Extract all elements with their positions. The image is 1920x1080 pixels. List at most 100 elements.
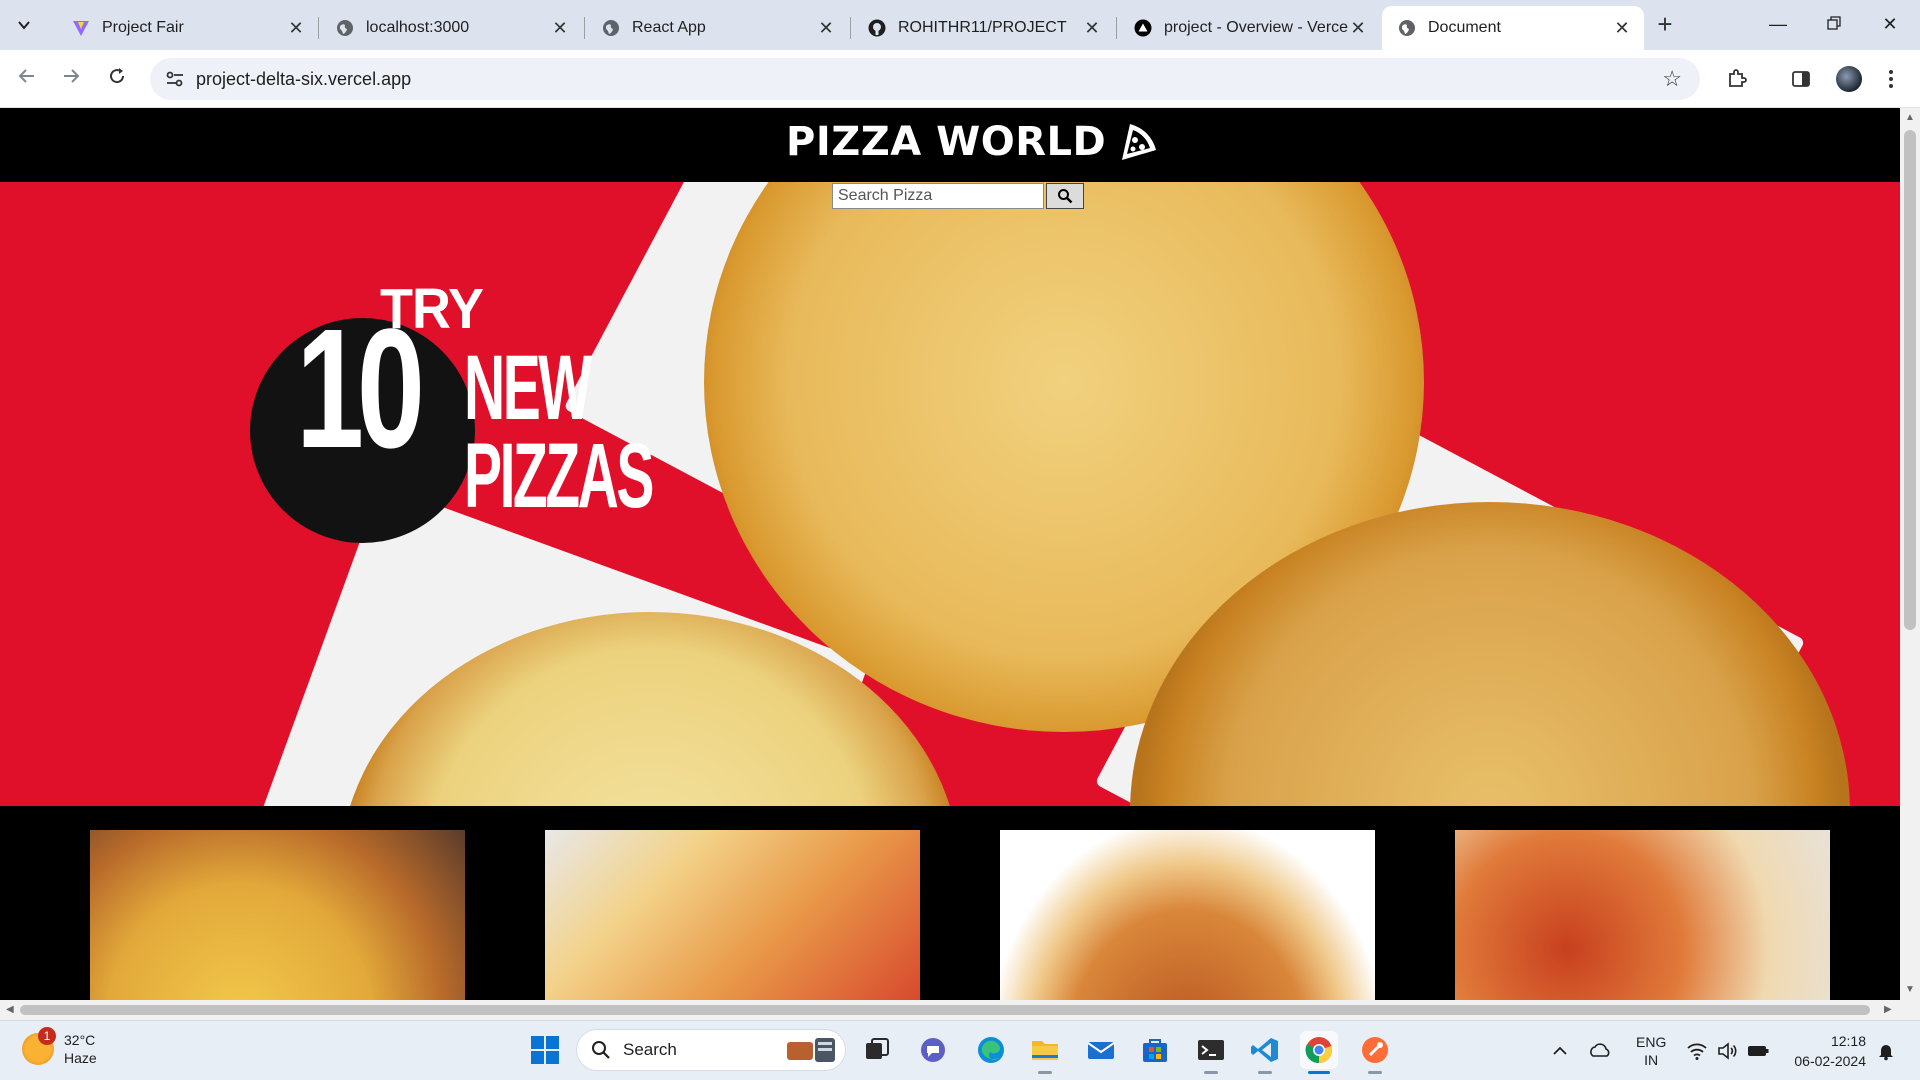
tab-github-project[interactable]: ROHITHR11/PROJECT ✕: [852, 6, 1114, 50]
new-tab-button[interactable]: +: [1650, 10, 1680, 40]
network-onedrive-icon[interactable]: [1588, 1021, 1612, 1080]
restore-icon: [1827, 16, 1841, 30]
scroll-left-arrow-icon[interactable]: ◀: [6, 1004, 14, 1015]
weather-condition: Haze: [64, 1050, 97, 1066]
pizza-card-image[interactable]: [545, 830, 920, 1000]
battery-icon[interactable]: [1746, 1021, 1770, 1080]
extensions-icon[interactable]: [1724, 66, 1750, 92]
pizza-card-image[interactable]: [1455, 830, 1830, 1000]
site-brand: PIZZA WORLD: [786, 112, 1160, 172]
scroll-thumb[interactable]: [1904, 130, 1916, 630]
search-button[interactable]: [1046, 183, 1084, 209]
postman-icon[interactable]: [1356, 1031, 1394, 1069]
windows-taskbar: 1 32°C Haze Search ENG IN 12:18 06-02-20…: [0, 1020, 1920, 1080]
promo-pizzas: PIZZAS: [464, 425, 654, 527]
search-highlight-icon: [787, 1038, 835, 1062]
globe-icon: [602, 19, 620, 37]
search-input[interactable]: [832, 183, 1044, 209]
forward-button[interactable]: [56, 64, 86, 94]
menu-kebab-icon[interactable]: [1878, 66, 1904, 92]
close-icon[interactable]: ✕: [1348, 18, 1368, 39]
file-explorer-icon[interactable]: [1026, 1031, 1064, 1069]
reload-icon: [110, 68, 125, 84]
chrome-icon[interactable]: [1300, 1031, 1338, 1069]
active-indicator: [1308, 1071, 1330, 1074]
language-indicator[interactable]: ENG IN: [1636, 1021, 1666, 1080]
vite-icon: [72, 19, 90, 37]
browser-toolbar: project-delta-six.vercel.app ☆: [0, 50, 1920, 108]
pizza-slice-icon: [1122, 124, 1157, 160]
mail-icon[interactable]: [1082, 1031, 1120, 1069]
microsoft-store-icon[interactable]: [1136, 1031, 1174, 1069]
close-icon[interactable]: ✕: [286, 18, 306, 39]
scroll-up-arrow-icon[interactable]: ▲: [1904, 112, 1916, 124]
site-header: PIZZA WORLD: [0, 108, 1900, 182]
wifi-icon[interactable]: [1686, 1021, 1708, 1080]
back-button[interactable]: [12, 64, 42, 94]
browser-tabstrip: Project Fair ✕ localhost:3000 ✕ React Ap…: [0, 0, 1920, 50]
pizza-card-image[interactable]: [1000, 830, 1375, 1000]
lang-line1: ENG: [1636, 1034, 1667, 1050]
weather-sun-icon: 1: [22, 1027, 56, 1065]
brand-title: PIZZA WORLD: [786, 119, 1107, 165]
url-text[interactable]: project-delta-six.vercel.app: [196, 69, 411, 90]
profile-avatar[interactable]: [1836, 66, 1862, 92]
restore-button[interactable]: [1814, 8, 1854, 40]
teams-chat-icon[interactable]: [914, 1031, 952, 1069]
promo-new-text: NEW PIZZAS: [464, 342, 654, 522]
scroll-thumb[interactable]: [20, 1005, 1870, 1015]
tab-separator: [584, 17, 585, 39]
tab-localhost[interactable]: localhost:3000 ✕: [320, 6, 582, 50]
weather-widget[interactable]: 1 32°C Haze: [22, 1027, 97, 1067]
bookmark-star-icon[interactable]: ☆: [1662, 66, 1682, 92]
vscode-icon[interactable]: [1246, 1031, 1284, 1069]
chevron-down-icon: [18, 21, 30, 30]
pizza-search: [832, 183, 1084, 209]
show-hidden-icons-chevron-up-icon[interactable]: [1552, 1021, 1568, 1080]
clock-time: 12:18: [1830, 1033, 1866, 1049]
close-icon[interactable]: ✕: [816, 18, 836, 39]
windows-start-icon[interactable]: [526, 1031, 564, 1069]
running-indicator: [1368, 1071, 1382, 1074]
site-settings-icon[interactable]: [164, 68, 186, 90]
scroll-down-arrow-icon[interactable]: ▼: [1904, 984, 1916, 996]
tab-react-app[interactable]: React App ✕: [586, 6, 848, 50]
volume-icon[interactable]: [1716, 1021, 1738, 1080]
tab-project-fair[interactable]: Project Fair ✕: [56, 6, 318, 50]
pizza-gallery: [0, 806, 1900, 1000]
side-panel-icon[interactable]: [1788, 66, 1814, 92]
close-icon[interactable]: ✕: [1612, 18, 1632, 39]
taskbar-search[interactable]: Search: [576, 1029, 846, 1071]
close-window-button[interactable]: ✕: [1870, 8, 1910, 40]
terminal-icon[interactable]: [1192, 1031, 1230, 1069]
tab-search-button[interactable]: [8, 9, 40, 41]
vercel-icon: [1134, 19, 1152, 37]
promo-banner: TRY 10 NEW PIZZAS: [250, 278, 670, 543]
notifications-bell-icon[interactable]: [1876, 1021, 1896, 1080]
globe-icon: [336, 19, 354, 37]
tab-vercel-overview[interactable]: project - Overview - Vercel ✕: [1118, 6, 1380, 50]
close-icon[interactable]: ✕: [1082, 18, 1102, 39]
running-indicator: [1038, 1071, 1052, 1074]
reload-button[interactable]: [102, 64, 132, 94]
tab-separator: [318, 17, 319, 39]
tab-separator: [850, 17, 851, 39]
scroll-right-arrow-icon[interactable]: ▶: [1884, 1004, 1892, 1015]
github-icon: [868, 19, 886, 37]
address-bar[interactable]: project-delta-six.vercel.app ☆: [150, 58, 1700, 100]
globe-icon: [1398, 19, 1416, 37]
tab-document[interactable]: Document ✕: [1382, 6, 1644, 50]
close-icon[interactable]: ✕: [550, 18, 570, 39]
horizontal-scrollbar[interactable]: ◀ ▶: [0, 1000, 1920, 1020]
promo-number: 10: [296, 294, 425, 484]
task-view-icon[interactable]: [858, 1031, 896, 1069]
system-clock[interactable]: 12:18 06-02-2024: [1786, 1031, 1866, 1071]
pizza-card-image[interactable]: [90, 830, 465, 1000]
search-icon: [1058, 189, 1073, 204]
promo-new: NEW: [464, 337, 592, 439]
vertical-scrollbar[interactable]: ▲ ▼: [1900, 108, 1920, 1000]
tab-separator: [1116, 17, 1117, 39]
minimize-button[interactable]: —: [1758, 8, 1798, 40]
edge-browser-icon[interactable]: [972, 1031, 1010, 1069]
lang-line2: IN: [1644, 1052, 1659, 1068]
